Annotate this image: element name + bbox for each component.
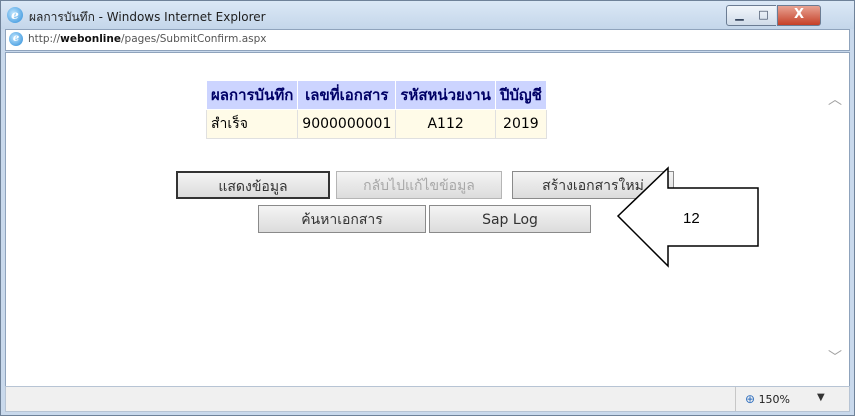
callout-label: 12	[683, 210, 700, 227]
callout-arrow	[616, 166, 759, 268]
